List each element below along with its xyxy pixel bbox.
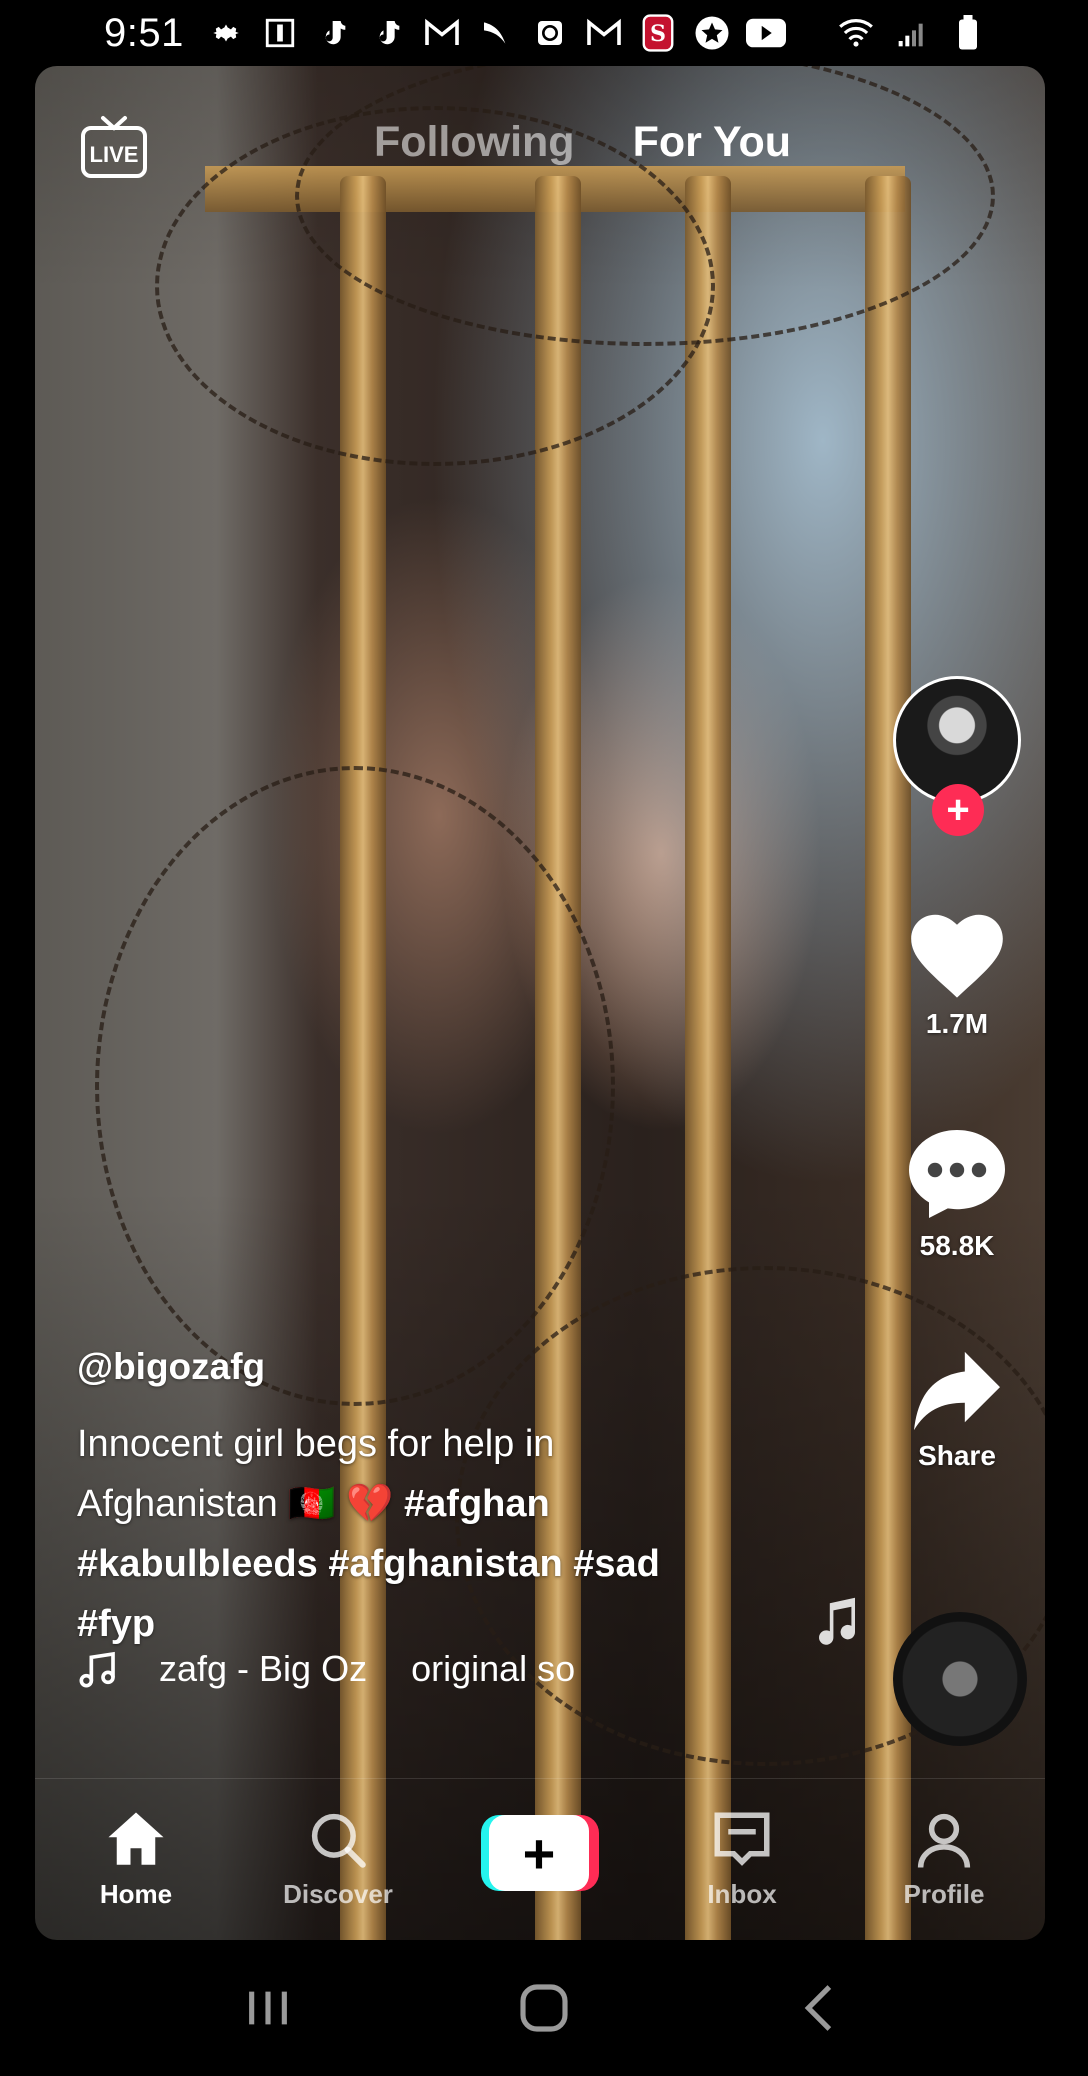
caption-line: Afghanistan 🇦🇫 💔 [77, 1483, 405, 1525]
bottom-nav: Home Discover + Inbox Profile [35, 1778, 1045, 1940]
badge-icon [260, 13, 300, 53]
hashtag[interactable]: #fyp [77, 1603, 155, 1645]
sound-name-part: zafg - Big Oz [159, 1648, 368, 1689]
nav-discover[interactable]: Discover [253, 1807, 423, 1910]
creator-username[interactable]: @bigozafg [77, 1346, 737, 1388]
video-player[interactable]: LIVE Following For You + 1.7M 58.8K Shar… [35, 66, 1045, 1940]
nav-label: Discover [283, 1879, 393, 1909]
home-icon [108, 1812, 164, 1865]
gear-icon [206, 13, 246, 53]
nav-profile[interactable]: Profile [859, 1807, 1029, 1910]
inbox-icon [714, 1812, 770, 1866]
tab-following[interactable]: Following [374, 118, 575, 167]
profile-icon [917, 1813, 971, 1868]
nav-label: Home [99, 1879, 173, 1909]
recent-apps-icon[interactable] [240, 1980, 296, 2036]
back-icon[interactable] [792, 1980, 848, 2036]
sound-name: zafg - Big Oz original so [159, 1648, 575, 1690]
tiktok-icon [368, 13, 408, 53]
nav-create[interactable]: + [455, 1807, 625, 1891]
caption-text: Innocent girl begs for help in Afghanist… [77, 1414, 737, 1654]
status-bar: 9:51 S [0, 0, 1088, 66]
follow-button[interactable]: + [932, 784, 984, 836]
tiktok-icon [314, 13, 354, 53]
system-indicators [836, 13, 988, 53]
gmail-icon [584, 13, 624, 53]
hashtag[interactable]: #afghan [404, 1483, 550, 1525]
star-icon [692, 13, 732, 53]
video-caption: @bigozafg Innocent girl begs for help in… [77, 1346, 737, 1654]
gmail-icon [422, 13, 462, 53]
wifi-icon [836, 13, 876, 53]
system-nav-bar [0, 1940, 1088, 2076]
youtube-icon [745, 13, 786, 53]
video-scene-wire [95, 766, 615, 1406]
sprint-icon [476, 13, 516, 53]
plus-icon: + [489, 1815, 589, 1891]
feed-tabs: Following For You [35, 118, 1045, 167]
nav-inbox[interactable]: Inbox [657, 1807, 827, 1910]
sound-disc[interactable] [893, 1612, 1027, 1746]
music-icon [79, 1651, 115, 1688]
clock-icon [530, 13, 570, 53]
share-button[interactable]: Share [887, 1348, 1027, 1472]
hashtag[interactable]: #afghanistan [328, 1543, 562, 1585]
create-button[interactable]: + [481, 1815, 599, 1891]
nav-label: Inbox [707, 1879, 777, 1909]
nav-label: Profile [903, 1879, 985, 1909]
comment-bubble-icon [909, 1130, 1005, 1218]
tab-for-you[interactable]: For You [633, 118, 791, 167]
hashtag[interactable]: #sad [573, 1543, 660, 1585]
share-arrow-icon [914, 1351, 1000, 1431]
share-label: Share [918, 1440, 996, 1471]
hashtag[interactable]: #kabulbleeds [77, 1543, 318, 1585]
home-nav-icon[interactable] [516, 1980, 572, 2036]
nav-home[interactable]: Home [51, 1807, 221, 1910]
comment-count: 58.8K [919, 1230, 995, 1261]
sound-name-part: original so [411, 1648, 576, 1689]
status-time: 9:51 [104, 10, 184, 55]
comment-button[interactable]: 58.8K [887, 1124, 1027, 1262]
search-icon [311, 1813, 366, 1868]
music-note-icon [819, 1597, 856, 1645]
signal-icon [892, 13, 932, 53]
sound-marquee[interactable]: zafg - Big Oz original so [77, 1648, 575, 1690]
caption-line: Innocent girl begs for help in [77, 1423, 555, 1465]
battery-icon [948, 13, 988, 53]
like-button[interactable]: 1.7M [887, 906, 1027, 1040]
heart-icon [911, 914, 1003, 998]
stanford-icon: S [638, 13, 678, 53]
svg-text:S: S [650, 21, 666, 47]
like-count: 1.7M [925, 1008, 989, 1039]
notification-icons: S [206, 13, 836, 53]
